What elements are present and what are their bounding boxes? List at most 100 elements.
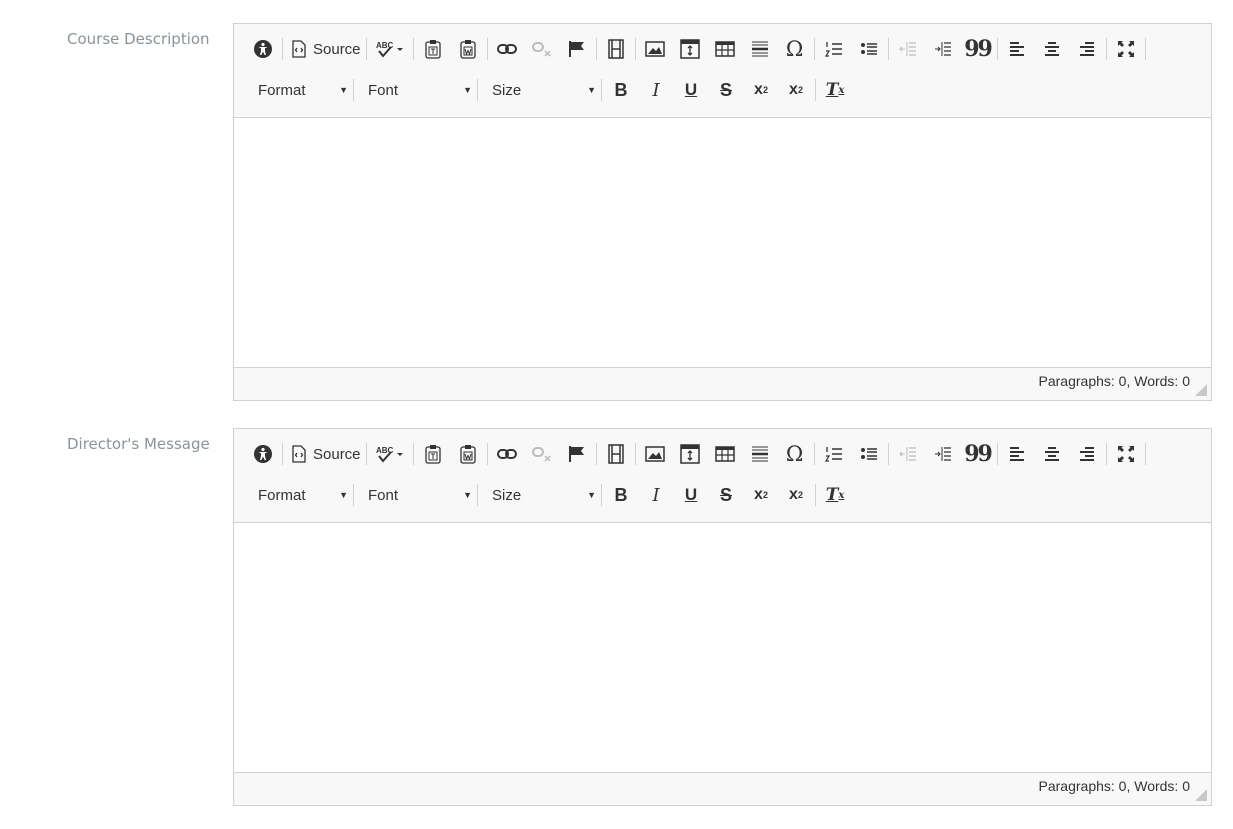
align-left-icon[interactable] (1004, 441, 1030, 467)
anchor-flag-icon[interactable] (564, 441, 590, 467)
paste-word-icon[interactable] (455, 441, 481, 467)
horizontal-rule-icon[interactable] (747, 36, 773, 62)
media-icon[interactable] (603, 441, 629, 467)
strikethrough-button[interactable]: S (713, 77, 739, 103)
format-dropdown[interactable]: Format ▼ (250, 77, 356, 103)
toolbar-separator (486, 38, 488, 60)
subscript-mark: 2 (762, 85, 768, 95)
numbered-list-icon[interactable] (821, 441, 847, 467)
directors-message-editor: Source ABC Ω 99 Format ▼ Font ▼ Size ▼ B… (233, 428, 1212, 806)
iframe-icon[interactable] (677, 441, 703, 467)
toolbar-separator (1105, 38, 1107, 60)
font-dropdown[interactable]: Font ▼ (360, 482, 480, 508)
course-description-editor: Source ABC Ω 99 Format ▼ Font ▼ Size ▼ B… (233, 23, 1212, 401)
link-icon[interactable] (494, 36, 520, 62)
underline-button[interactable]: U (678, 482, 704, 508)
bulleted-list-icon[interactable] (856, 36, 882, 62)
toolbar-separator (412, 38, 414, 60)
accessibility-icon[interactable] (250, 36, 276, 62)
numbered-list-icon[interactable] (821, 36, 847, 62)
subscript-glyph: x (754, 81, 763, 98)
format-label: Format (258, 486, 306, 504)
subscript-button[interactable]: x2 (748, 482, 774, 508)
align-center-icon[interactable] (1039, 441, 1065, 467)
chevron-down-icon: ▼ (587, 490, 596, 500)
superscript-button[interactable]: x2 (783, 77, 809, 103)
iframe-icon[interactable] (677, 36, 703, 62)
horizontal-rule-icon[interactable] (747, 441, 773, 467)
remove-format-button[interactable]: Tx (822, 482, 848, 508)
editor-toolbar: Source ABC Ω 99 Format ▼ Font ▼ Size ▼ B… (234, 429, 1211, 523)
remove-format-mark: x (838, 84, 845, 96)
anchor-flag-icon[interactable] (564, 36, 590, 62)
accessibility-icon[interactable] (250, 441, 276, 467)
indent-icon[interactable] (930, 36, 956, 62)
source-button[interactable]: Source (289, 36, 363, 62)
link-icon[interactable] (494, 441, 520, 467)
special-char-icon[interactable]: Ω (782, 441, 808, 467)
table-icon[interactable] (712, 36, 738, 62)
bulleted-list-icon[interactable] (856, 441, 882, 467)
bold-button[interactable]: B (608, 77, 634, 103)
toolbar-separator (996, 443, 998, 465)
resize-handle-icon[interactable] (1195, 384, 1207, 396)
outdent-icon[interactable] (895, 441, 921, 467)
chevron-down-icon: ▼ (339, 85, 348, 95)
toolbar-row-1: Source ABC Ω 99 (250, 35, 1152, 63)
bold-button[interactable]: B (608, 482, 634, 508)
subscript-glyph: x (754, 486, 763, 503)
editor-content-area[interactable] (234, 118, 1211, 369)
spellcheck-icon[interactable]: ABC (373, 441, 407, 467)
superscript-button[interactable]: x2 (783, 482, 809, 508)
align-right-icon[interactable] (1074, 36, 1100, 62)
source-button[interactable]: Source (289, 441, 363, 467)
image-icon[interactable] (642, 441, 668, 467)
maximize-icon[interactable] (1113, 441, 1139, 467)
superscript-glyph: x (789, 81, 798, 98)
remove-format-mark: x (838, 489, 845, 501)
toolbar-row-1: Source ABC Ω 99 (250, 440, 1152, 468)
align-right-icon[interactable] (1074, 441, 1100, 467)
toolbar-separator (412, 443, 414, 465)
image-icon[interactable] (642, 36, 668, 62)
size-dropdown[interactable]: Size ▼ (484, 482, 604, 508)
remove-format-glyph: T (825, 485, 839, 505)
word-count: Paragraphs: 0, Words: 0 (1038, 778, 1190, 794)
subscript-mark: 2 (762, 490, 768, 500)
toolbar-separator (634, 443, 636, 465)
strikethrough-button[interactable]: S (713, 482, 739, 508)
unlink-icon[interactable] (529, 441, 555, 467)
blockquote-icon[interactable]: 99 (964, 441, 993, 467)
align-center-icon[interactable] (1039, 36, 1065, 62)
outdent-icon[interactable] (895, 36, 921, 62)
font-dropdown[interactable]: Font ▼ (360, 77, 480, 103)
blockquote-icon[interactable]: 99 (964, 36, 993, 62)
paste-text-icon[interactable] (420, 441, 446, 467)
special-char-icon[interactable]: Ω (782, 36, 808, 62)
align-left-icon[interactable] (1004, 36, 1030, 62)
toolbar-separator (601, 79, 602, 101)
unlink-icon[interactable] (529, 36, 555, 62)
size-label: Size (492, 486, 522, 504)
maximize-icon[interactable] (1113, 36, 1139, 62)
toolbar-separator (477, 79, 478, 101)
paste-word-icon[interactable] (455, 36, 481, 62)
resize-handle-icon[interactable] (1195, 789, 1207, 801)
size-dropdown[interactable]: Size ▼ (484, 77, 604, 103)
media-icon[interactable] (603, 36, 629, 62)
paste-text-icon[interactable] (420, 36, 446, 62)
italic-button[interactable]: I (643, 77, 669, 103)
table-icon[interactable] (712, 441, 738, 467)
font-label: Font (368, 81, 399, 99)
format-dropdown[interactable]: Format ▼ (250, 482, 356, 508)
toolbar-separator (282, 38, 283, 60)
indent-icon[interactable] (930, 441, 956, 467)
toolbar-separator (365, 38, 367, 60)
toolbar-separator (365, 443, 367, 465)
underline-button[interactable]: U (678, 77, 704, 103)
italic-button[interactable]: I (643, 482, 669, 508)
editor-content-area[interactable] (234, 523, 1211, 774)
spellcheck-icon[interactable]: ABC (373, 36, 407, 62)
subscript-button[interactable]: x2 (748, 77, 774, 103)
remove-format-button[interactable]: Tx (822, 77, 848, 103)
